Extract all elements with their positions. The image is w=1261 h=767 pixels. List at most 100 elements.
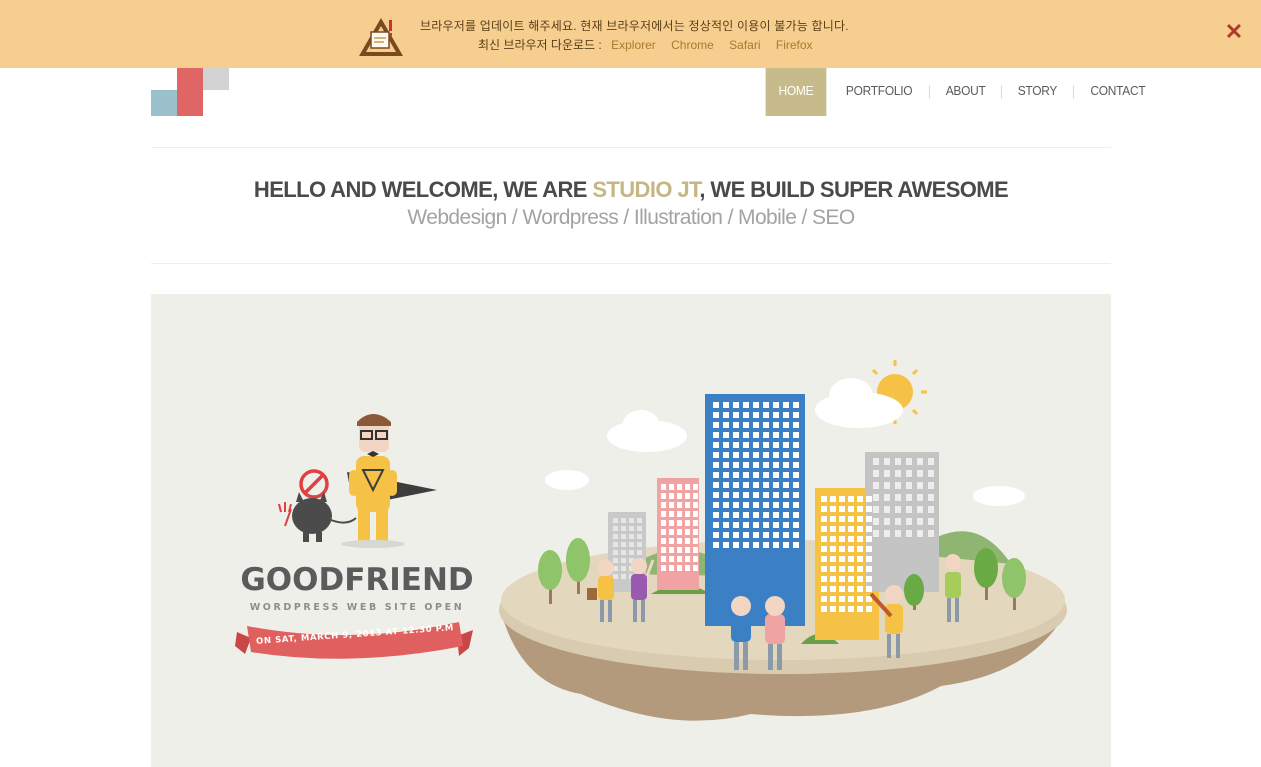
building-window [629,526,634,531]
site-logo[interactable] [151,68,229,116]
building-window [906,458,912,465]
building-window [743,402,749,408]
building-window [661,556,666,562]
building-window [884,470,890,477]
building-window [830,586,836,592]
building-window [848,586,854,592]
building-window [763,502,769,508]
close-notice-button[interactable]: ✕ [1222,20,1246,44]
building-window [884,482,890,489]
building-window [743,532,749,538]
warning-icon [359,18,403,56]
building-window [830,506,836,512]
building-window [763,412,769,418]
building-window [763,512,769,518]
building-window [763,462,769,468]
building-window [773,432,779,438]
building-window [895,458,901,465]
building-window [669,529,674,535]
building-window [669,511,674,517]
building-window [621,574,626,579]
building-window [821,596,827,602]
building-window [693,538,698,544]
building-window [661,493,666,499]
nav-item-about[interactable]: ABOUT [933,68,999,116]
building-window [763,452,769,458]
building-window [613,574,618,579]
building-window [629,550,634,555]
building-window [753,422,759,428]
hero-illustration [235,360,1067,721]
building-window [866,506,872,512]
building-window [884,518,890,525]
hero-banner[interactable]: GOODFRIEND WORDPRESS WEB SITE OPEN ON SA… [151,294,1111,767]
building-window [783,502,789,508]
building-window [733,542,739,548]
building-window [928,482,934,489]
building-window [793,432,799,438]
building-window [793,542,799,548]
browser-link-chrome[interactable]: Chrome [671,38,714,52]
building-window [669,493,674,499]
building-window [848,606,854,612]
browser-link-explorer[interactable]: Explorer [611,38,656,52]
nav-divider [1001,86,1003,98]
download-label: 최신 브라우저 다운로드 : [478,38,602,52]
building-window [857,536,863,542]
nav-item-contact[interactable]: CONTACT [1078,68,1159,116]
building-window [866,496,872,502]
building-window [848,556,854,562]
browser-link-firefox[interactable]: Firefox [776,38,813,52]
building-window [917,530,923,537]
building-window [873,482,879,489]
building-window [821,516,827,522]
building-window [743,522,749,528]
nav-item-home[interactable]: HOME [765,68,827,116]
building-window [743,472,749,478]
building-window [661,529,666,535]
building-window [839,536,845,542]
building-window [884,530,890,537]
building-window [839,596,845,602]
building-window [848,526,854,532]
divider-bottom [151,263,1111,264]
building-window [753,502,759,508]
building-window [763,422,769,428]
building-window [917,494,923,501]
building-window [793,502,799,508]
building-window [753,542,759,548]
building-window [733,482,739,488]
building-window [763,492,769,498]
building-window [793,472,799,478]
building-window [884,494,890,501]
building-window [848,546,854,552]
building-window [733,532,739,538]
building-window [830,536,836,542]
nav-divider [1073,86,1075,98]
browser-link-safari[interactable]: Safari [729,38,760,52]
building-window [685,556,690,562]
building-window [743,442,749,448]
building-window [621,542,626,547]
building-window [783,492,789,498]
nav-item-portfolio[interactable]: PORTFOLIO [833,68,925,116]
building-window [723,402,729,408]
building-window [723,502,729,508]
building-window [669,565,674,571]
building-window [830,496,836,502]
building-window [753,472,759,478]
building-window [848,496,854,502]
building-window [830,606,836,612]
building-window [685,520,690,526]
building-window [693,520,698,526]
building-window [793,412,799,418]
building-window [753,402,759,408]
building-window [743,542,749,548]
notice-message: 브라우저를 업데이트 해주세요. 현재 브라우저에서는 정상적인 이용이 불가능… [420,19,849,33]
building-window [866,606,872,612]
building-window [629,534,634,539]
building-window [793,442,799,448]
nav-item-story[interactable]: STORY [1005,68,1070,116]
building-window [773,522,779,528]
building-window [857,496,863,502]
